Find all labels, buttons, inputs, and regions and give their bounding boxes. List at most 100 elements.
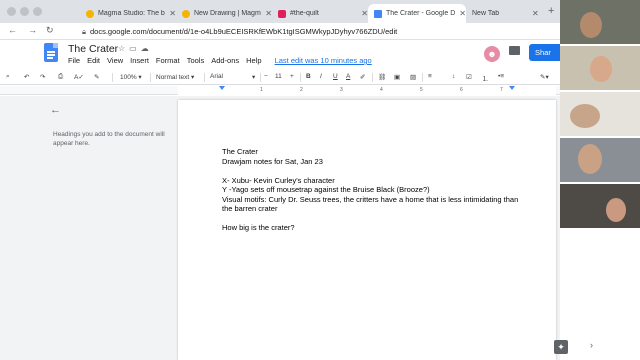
video-tile-3 bbox=[560, 92, 640, 136]
style-select[interactable]: Normal text ▾ bbox=[156, 73, 194, 81]
right-indent-marker[interactable] bbox=[509, 86, 515, 90]
document-body[interactable]: The Crater Drawjam notes for Sat, Jan 23… bbox=[222, 147, 522, 233]
close-tab-icon[interactable]: ✕ bbox=[532, 9, 539, 18]
close-outline-arrow-icon[interactable]: ← bbox=[50, 104, 61, 116]
menu-insert[interactable]: Insert bbox=[130, 56, 149, 65]
move-folder-icon[interactable]: ▭ bbox=[129, 44, 141, 53]
image-icon[interactable]: ▨ bbox=[410, 73, 416, 81]
participant-video bbox=[570, 104, 600, 128]
google-docs-logo-icon[interactable] bbox=[44, 43, 58, 62]
tab-the-quilt[interactable]: #the-quilt ✕ bbox=[272, 4, 368, 23]
ruler-number: 1 bbox=[260, 87, 263, 93]
redo-icon[interactable]: ↷ bbox=[40, 73, 45, 81]
magma-favicon-icon bbox=[182, 9, 190, 18]
line-spacing-icon[interactable]: ↕ bbox=[452, 73, 455, 80]
menu-view[interactable]: View bbox=[107, 56, 123, 65]
participant-video bbox=[580, 12, 602, 38]
spellcheck-icon[interactable]: A✓ bbox=[74, 73, 84, 81]
numbered-list-icon[interactable]: ⒈ bbox=[482, 73, 489, 83]
title-actions: ☆▭☁ bbox=[118, 44, 153, 53]
document-workspace: ← Headings you add to the document will … bbox=[0, 96, 560, 360]
anonymous-animal-icon[interactable]: ☻ bbox=[484, 46, 500, 62]
underline-button[interactable]: U bbox=[333, 73, 338, 80]
explore-icon[interactable]: ✦ bbox=[554, 340, 568, 354]
menu-tools[interactable]: Tools bbox=[187, 56, 205, 65]
close-tab-icon[interactable]: ✕ bbox=[169, 9, 176, 18]
font-select[interactable]: Arial bbox=[210, 73, 223, 80]
ruler-number: 6 bbox=[460, 87, 463, 93]
zoom-select[interactable]: 100% ▾ bbox=[120, 73, 142, 81]
menu-format[interactable]: Format bbox=[156, 56, 180, 65]
close-tab-icon[interactable]: ✕ bbox=[361, 9, 368, 18]
tab-new-tab[interactable]: New Tab ✕ bbox=[466, 4, 544, 23]
decrease-font-icon[interactable]: − bbox=[264, 73, 268, 80]
menu-help[interactable]: Help bbox=[246, 56, 261, 65]
minimize-window-dot[interactable] bbox=[20, 7, 29, 16]
link-icon[interactable]: ⛓ bbox=[378, 73, 386, 81]
bulleted-list-icon[interactable]: •≡ bbox=[498, 73, 504, 80]
share-button[interactable]: Shar bbox=[529, 44, 560, 61]
outline-hint: Headings you add to the document will ap… bbox=[53, 131, 165, 147]
video-tile-5 bbox=[560, 184, 640, 228]
checklist-icon[interactable]: ☑ bbox=[466, 73, 472, 81]
print-icon[interactable]: ⎙ bbox=[58, 73, 63, 81]
doc-line-x: X- Xubu- Kevin Curley's character bbox=[222, 175, 335, 185]
comments-icon[interactable] bbox=[509, 46, 520, 55]
search-menus-icon[interactable]: ⌕ bbox=[6, 73, 10, 81]
ruler-number: 5 bbox=[420, 87, 423, 93]
close-tab-icon[interactable]: ✕ bbox=[265, 9, 272, 18]
forward-arrow-icon[interactable]: → bbox=[28, 25, 37, 35]
undo-icon[interactable]: ↶ bbox=[24, 73, 29, 81]
bold-button[interactable]: B bbox=[306, 73, 311, 80]
tab-new-drawing[interactable]: New Drawing | Magma S ✕ bbox=[176, 4, 272, 23]
participant-video bbox=[578, 144, 602, 174]
italic-button[interactable]: I bbox=[320, 73, 322, 80]
text-color-button[interactable]: A bbox=[346, 73, 350, 80]
participant-video bbox=[606, 198, 626, 222]
reload-icon[interactable]: ↻ bbox=[46, 25, 54, 36]
ruler-number: 2 bbox=[300, 87, 303, 93]
ruler-number: 3 bbox=[340, 87, 343, 93]
style-value: Normal text bbox=[156, 74, 190, 81]
doc-line-blank bbox=[222, 214, 522, 224]
close-tab-icon[interactable]: ✕ bbox=[459, 9, 466, 18]
left-indent-marker[interactable] bbox=[219, 86, 225, 90]
doc-line-y: Y -Yago sets off mousetrap against the B… bbox=[222, 185, 430, 194]
paint-format-icon[interactable]: ✎ bbox=[94, 73, 99, 81]
docs-favicon-icon bbox=[374, 9, 382, 18]
ruler-page-area: 1 2 3 4 5 6 7 bbox=[178, 86, 556, 95]
video-tile-1 bbox=[560, 0, 640, 44]
back-arrow-icon[interactable]: ← bbox=[8, 25, 17, 35]
tab-label: New Drawing | Magma S bbox=[194, 10, 261, 17]
maximize-window-dot[interactable] bbox=[33, 7, 42, 16]
menu-bar: File Edit View Insert Format Tools Add-o… bbox=[68, 56, 372, 65]
increase-font-icon[interactable]: + bbox=[290, 73, 294, 80]
tab-magma-studio[interactable]: Magma Studio: The bro ✕ bbox=[80, 4, 176, 23]
cloud-status-icon[interactable]: ☁ bbox=[141, 44, 153, 53]
editing-mode-icon[interactable]: ✎▾ bbox=[540, 73, 549, 81]
url-field[interactable]: 🔒︎ docs.google.com/document/d/1e-o4Lb9uEC… bbox=[82, 27, 397, 37]
menu-edit[interactable]: Edit bbox=[87, 56, 100, 65]
tab-the-crater[interactable]: The Crater - Google Do ✕ bbox=[368, 4, 466, 23]
lock-icon: 🔒︎ bbox=[82, 27, 86, 36]
docs-header: The Crater ☆▭☁ File Edit View Insert For… bbox=[0, 40, 560, 70]
menu-file[interactable]: File bbox=[68, 56, 80, 65]
doc-line-visual-motifs: Visual motifs: Curly Dr. Seuss trees, th… bbox=[222, 194, 519, 214]
menu-add-ons[interactable]: Add-ons bbox=[211, 56, 239, 65]
address-bar: ← → ↻ 🔒︎ docs.google.com/document/d/1e-o4… bbox=[0, 23, 560, 40]
align-icon[interactable]: ≡ bbox=[428, 73, 432, 80]
new-tab-button[interactable]: + bbox=[548, 5, 554, 17]
browser-window: Magma Studio: The bro ✕ New Drawing | Ma… bbox=[0, 0, 560, 360]
star-icon[interactable]: ☆ bbox=[118, 44, 129, 53]
font-dropdown-icon[interactable]: ▾ bbox=[252, 73, 255, 81]
last-edit-link[interactable]: Last edit was 10 minutes ago bbox=[275, 56, 372, 65]
doc-line-subtitle: Drawjam notes for Sat, Jan 23 bbox=[222, 156, 323, 166]
document-title[interactable]: The Crater bbox=[68, 43, 118, 55]
document-page[interactable]: The Crater Drawjam notes for Sat, Jan 23… bbox=[178, 100, 556, 360]
doc-line-title: The Crater bbox=[222, 147, 258, 156]
highlight-icon[interactable]: ✐ bbox=[360, 73, 365, 81]
comment-add-icon[interactable]: ▣ bbox=[394, 73, 400, 81]
font-size-field[interactable]: 11 bbox=[275, 73, 282, 80]
chevron-right-icon[interactable]: › bbox=[590, 340, 593, 350]
close-window-dot[interactable] bbox=[7, 7, 16, 16]
